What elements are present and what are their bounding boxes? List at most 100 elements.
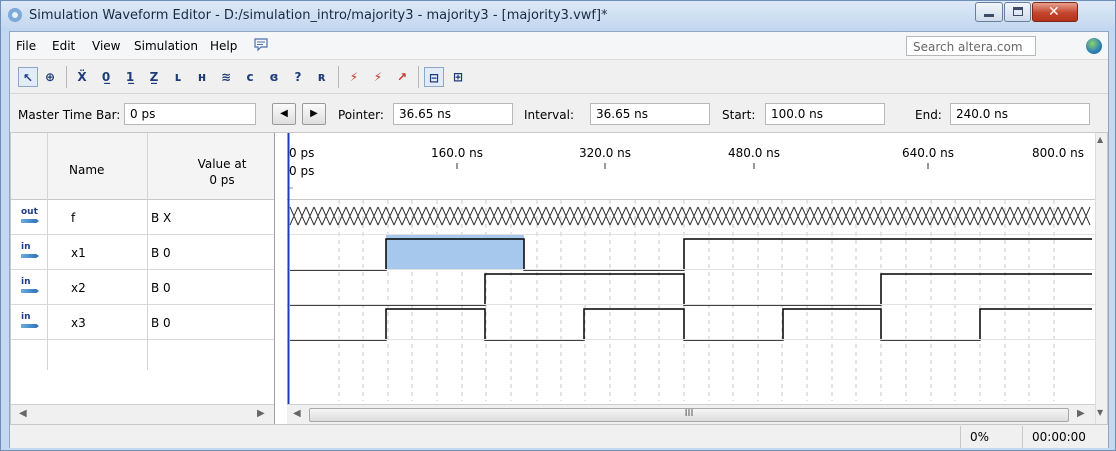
output-pin-icon: out xyxy=(21,208,43,226)
pointer-label: Pointer: xyxy=(338,108,384,122)
signal-value: B X xyxy=(151,211,172,225)
scroll-left-icon[interactable]: ◀ xyxy=(293,408,301,419)
minimize-icon xyxy=(984,14,994,17)
selection-tool-icon[interactable]: ↖ xyxy=(18,67,38,87)
arbitrary-value-icon[interactable]: ? xyxy=(288,67,308,87)
waveform-panel[interactable]: 0 ps 160.0 ns 320.0 ns 480.0 ns 640.0 ns… xyxy=(287,133,1107,424)
selection-highlight[interactable] xyxy=(386,235,524,270)
progress-percent: 0% xyxy=(970,430,990,444)
input-pin-icon: in xyxy=(21,278,43,296)
status-separator xyxy=(1022,426,1023,448)
input-pin-icon: in xyxy=(21,313,43,331)
tick-label-320: 320.0 ns xyxy=(579,146,631,160)
application-window: Simulation Waveform Editor - D:/simulati… xyxy=(0,0,1116,451)
previous-transition-button[interactable]: ◀ xyxy=(272,103,296,125)
title-bar[interactable]: Simulation Waveform Editor - D:/simulati… xyxy=(1,1,1115,31)
weak-high-icon[interactable]: ʜ xyxy=(192,67,212,87)
toolbar-separator xyxy=(66,66,67,88)
end-field[interactable]: 240.0 ns xyxy=(950,103,1090,125)
clock-icon[interactable]: ɞ xyxy=(264,67,284,87)
maximize-icon xyxy=(1013,7,1023,16)
menu-view[interactable]: View xyxy=(92,39,120,53)
snap-to-grid-icon[interactable]: ⊟ xyxy=(424,67,444,87)
signal-name: f xyxy=(71,211,76,225)
signal-row-x1[interactable]: in x1 B 0 xyxy=(11,235,274,270)
signal-value: B 0 xyxy=(151,281,171,295)
pin-direction-label: in xyxy=(21,312,31,322)
menu-file[interactable]: File xyxy=(16,39,36,53)
scroll-down-icon[interactable]: ▼ xyxy=(1097,408,1103,417)
start-field[interactable]: 100.0 ns xyxy=(765,103,885,125)
interval-label: Interval: xyxy=(524,108,574,122)
signal-value: B 0 xyxy=(151,246,171,260)
random-value-icon[interactable]: ʀ xyxy=(312,67,332,87)
tick-label-800: 800.0 ns xyxy=(1032,146,1084,160)
menu-help[interactable]: Help xyxy=(210,39,237,53)
forcing-low-icon[interactable]: 0̲ xyxy=(96,67,116,87)
signal-name: x1 xyxy=(71,246,86,260)
tick-label-480: 480.0 ns xyxy=(728,146,780,160)
window-title: Simulation Waveform Editor - D:/simulati… xyxy=(29,8,608,23)
elapsed-time: 00:00:00 xyxy=(1032,430,1086,444)
weak-low-icon[interactable]: ʟ xyxy=(168,67,188,87)
tick-label-0: 0 ps xyxy=(289,146,314,160)
waveform-grid: Name Value at 0 ps out f B X in x1 B 0 i… xyxy=(10,132,1108,425)
input-pin-icon: in xyxy=(21,243,43,261)
waveform-vertical-scrollbar[interactable]: ▲ ▼ xyxy=(1095,133,1107,424)
signal-list-panel: Name Value at 0 ps out f B X in x1 B 0 i… xyxy=(11,133,275,424)
signal-row-x3[interactable]: in x3 B 0 xyxy=(11,305,274,340)
signal-list-header: Name Value at 0 ps xyxy=(11,133,274,200)
unknown-value-icon[interactable]: Ẍ xyxy=(72,67,92,87)
scroll-thumb[interactable]: III xyxy=(309,408,1069,422)
tick-label-160: 160.0 ns xyxy=(431,146,483,160)
close-button[interactable]: ✕ xyxy=(1032,2,1078,22)
menu-simulation[interactable]: Simulation xyxy=(134,39,198,53)
pin-direction-label: out xyxy=(21,207,38,217)
pin-direction-label: in xyxy=(21,242,31,252)
name-column-header[interactable]: Name xyxy=(69,163,104,177)
scroll-left-icon[interactable]: ◀ xyxy=(19,408,27,419)
scroll-right-icon[interactable]: ▶ xyxy=(257,408,265,419)
forcing-high-icon[interactable]: 1̲ xyxy=(120,67,140,87)
signal-row-x2[interactable]: in x2 B 0 xyxy=(11,270,274,305)
grid-size-icon[interactable]: ⊞ xyxy=(448,67,468,87)
run-functional-simulation-icon[interactable]: ⚡ xyxy=(344,67,364,87)
high-impedance-icon[interactable]: Z̲ xyxy=(144,67,164,87)
interval-field[interactable]: 36.65 ns xyxy=(590,103,710,125)
scroll-grip: III xyxy=(684,408,694,419)
search-input[interactable]: Search altera.com xyxy=(906,36,1036,56)
cursor-time-label: 0 ps xyxy=(289,164,314,178)
master-time-bar-field[interactable]: 0 ps xyxy=(124,103,256,125)
master-time-bar-label: Master Time Bar: xyxy=(18,108,121,122)
signal-list-scrollbar[interactable]: ◀ ▶ xyxy=(11,404,274,424)
feedback-icon[interactable] xyxy=(254,38,268,52)
time-bar: Master Time Bar: 0 ps ◀ ▶ Pointer: 36.65… xyxy=(10,95,1108,133)
waveform-horizontal-scrollbar[interactable]: ◀ III ▶ xyxy=(287,404,1095,424)
value-column-header[interactable]: Value at 0 ps xyxy=(187,156,257,188)
signal-name: x2 xyxy=(71,281,86,295)
toolbar-separator xyxy=(418,66,419,88)
count-value-icon[interactable]: ᴄ xyxy=(240,67,260,87)
start-label: Start: xyxy=(722,108,756,122)
minimize-button[interactable] xyxy=(975,2,1003,22)
value-header-line2: 0 ps xyxy=(209,173,235,187)
scroll-right-icon[interactable]: ▶ xyxy=(1077,408,1085,419)
globe-icon[interactable] xyxy=(1086,38,1102,54)
status-bar: 0% 00:00:00 xyxy=(10,426,1108,448)
end-label: End: xyxy=(915,108,942,122)
generate-netlist-icon[interactable]: ↗ xyxy=(392,67,412,87)
tick-label-640: 640.0 ns xyxy=(902,146,954,160)
waveform-canvas[interactable]: 0 ps 160.0 ns 320.0 ns 480.0 ns 640.0 ns… xyxy=(287,133,1095,404)
pin-direction-label: in xyxy=(21,277,31,287)
scroll-up-icon[interactable]: ▲ xyxy=(1097,135,1103,144)
menu-edit[interactable]: Edit xyxy=(52,39,75,53)
next-transition-button[interactable]: ▶ xyxy=(302,103,326,125)
pointer-field[interactable]: 36.65 ns xyxy=(393,103,513,125)
zoom-tool-icon[interactable]: ⊕ xyxy=(40,67,60,87)
signal-row-f[interactable]: out f B X xyxy=(11,200,274,235)
maximize-button[interactable] xyxy=(1004,2,1031,22)
close-icon: ✕ xyxy=(1048,4,1060,20)
run-timing-simulation-icon[interactable]: ⚡ xyxy=(368,67,388,87)
invert-icon[interactable]: ≋ xyxy=(216,67,236,87)
signal-name: x3 xyxy=(71,316,86,330)
